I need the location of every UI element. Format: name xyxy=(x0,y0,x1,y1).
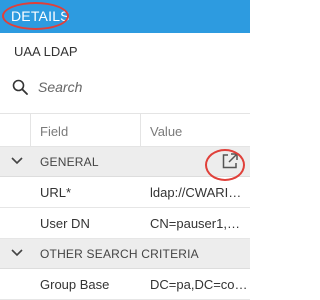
search-icon xyxy=(12,79,28,95)
subtitle: UAA LDAP xyxy=(14,44,78,59)
field-group-base: Group Base xyxy=(40,277,110,292)
column-header-value[interactable]: Value xyxy=(150,124,182,139)
search-input[interactable] xyxy=(38,77,228,97)
field-url: URL* xyxy=(40,185,72,200)
open-external-icon[interactable] xyxy=(220,151,240,171)
group-row-general[interactable]: GENERAL xyxy=(0,147,250,177)
table-row[interactable]: URL* ldap://CWARI… xyxy=(0,177,250,208)
details-header: DETAILS xyxy=(0,0,250,33)
details-table: Field Value GENERAL URL* ldap://CWARI… U… xyxy=(0,113,250,300)
column-header-field[interactable]: Field xyxy=(40,124,68,139)
value-group-base[interactable]: DC=pa,DC=co… xyxy=(150,277,248,292)
value-url[interactable]: ldap://CWARI… xyxy=(150,185,248,200)
chevron-down-icon[interactable] xyxy=(11,248,23,258)
group-row-other-search-criteria[interactable]: OTHER SEARCH CRITERIA xyxy=(0,239,250,269)
header-title: DETAILS xyxy=(11,8,70,24)
column-divider[interactable] xyxy=(140,114,141,146)
field-user-dn: User DN xyxy=(40,216,90,231)
column-divider xyxy=(30,114,31,146)
table-row[interactable]: Group Base DC=pa,DC=co… xyxy=(0,269,250,300)
chevron-down-icon[interactable] xyxy=(11,156,23,166)
value-user-dn[interactable]: CN=pauser1,… xyxy=(150,216,248,231)
search-bar xyxy=(8,74,240,100)
group-label: OTHER SEARCH CRITERIA xyxy=(40,247,199,261)
table-header-row: Field Value xyxy=(0,113,250,147)
group-label: GENERAL xyxy=(40,155,99,169)
table-row[interactable]: User DN CN=pauser1,… xyxy=(0,208,250,239)
